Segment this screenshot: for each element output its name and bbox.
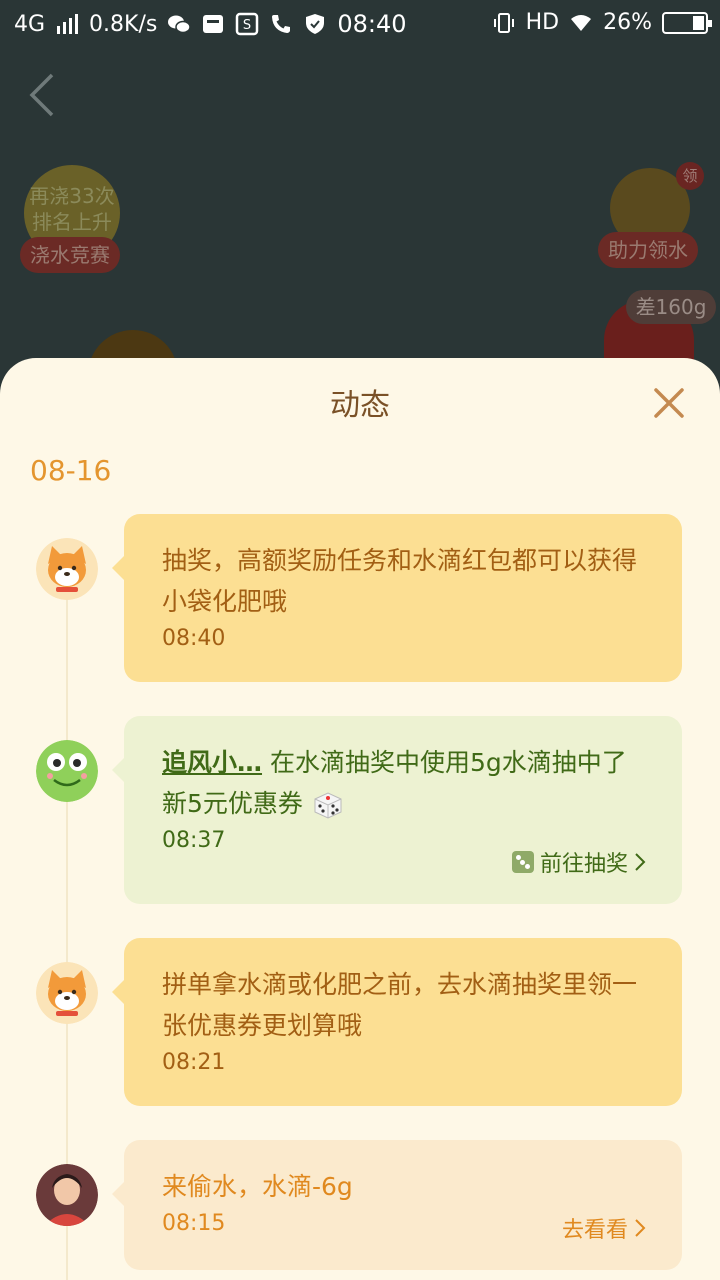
- shiba-avatar-icon: [36, 538, 98, 600]
- app-notification-icon: [203, 15, 224, 33]
- dice-icon: [314, 792, 342, 819]
- water-race-line2: 排名上升: [32, 210, 112, 234]
- message-bubble: 抽奖，高额奖励任务和水滴红包都可以获得小袋化肥哦 08:40: [112, 514, 682, 682]
- lottery-dice-icon: [511, 851, 534, 873]
- go-see-label: 去看看: [561, 1218, 628, 1243]
- message-time: 08:40: [162, 626, 226, 651]
- wifi-icon: [571, 14, 592, 31]
- svg-text:S: S: [243, 18, 251, 33]
- network-label: 4G: [14, 11, 46, 37]
- message-bubble: 拼单拿水滴或化肥之前，去水滴抽奖里领一张优惠券更划算哦 08:21: [112, 938, 682, 1106]
- message-bubble: 来偷水，水滴-6g 08:15 去看看: [112, 1140, 682, 1270]
- help-water-tag: 助力领水: [598, 232, 698, 268]
- lottery-message: 追风小… 在水滴抽奖中使用5g水滴抽中了新5元优惠券: [162, 742, 644, 824]
- user-link[interactable]: 追风小…: [162, 748, 262, 777]
- water-race-widget[interactable]: 再浇33次 排名上升 浇水竞赛: [20, 165, 124, 273]
- wechat-icon: [168, 15, 192, 34]
- activity-sheet: 动态 08-16 抽奖，高额奖励任务和水滴红包都可以获得小袋化肥哦 08:40: [0, 358, 720, 1280]
- shield-icon: [306, 14, 325, 34]
- sheet-title: 动态: [330, 388, 390, 423]
- date-label: 08-16: [30, 454, 112, 487]
- user-photo-avatar[interactable]: [36, 1164, 98, 1226]
- status-bar: 4G 0.8K/s S 08:40 HD 26%: [0, 0, 720, 50]
- frog-avatar-icon: [36, 740, 98, 802]
- message-time: 08:21: [162, 1050, 226, 1075]
- status-time: 08:40: [337, 10, 407, 38]
- game-scene: 4G 0.8K/s S 08:40 HD 26% 再浇33次 排名上升 浇水竞赛…: [0, 0, 720, 400]
- go-see-button[interactable]: 去看看: [562, 1212, 646, 1244]
- message-text: 抽奖，高额奖励任务和水滴红包都可以获得小袋化肥哦: [162, 546, 638, 616]
- message-text: 来偷水，水滴-6g: [162, 1172, 353, 1201]
- close-icon[interactable]: [650, 384, 688, 422]
- water-race-line1: 再浇33次: [29, 184, 115, 208]
- go-lottery-button[interactable]: 前往抽奖: [511, 846, 646, 878]
- difference-tag: 差160g: [626, 290, 716, 324]
- signal-icon: [57, 14, 79, 34]
- help-water-widget[interactable]: 领 助力领水: [598, 160, 704, 270]
- message-text: 拼单拿水滴或化肥之前，去水滴抽奖里领一张优惠券更划算哦: [162, 970, 638, 1040]
- go-lottery-label: 前往抽奖: [539, 852, 628, 877]
- s-app-icon: S: [236, 12, 259, 36]
- hd-label: HD: [525, 10, 560, 35]
- vibrate-icon: [493, 12, 514, 33]
- missed-call-icon: [272, 15, 291, 33]
- chevron-right-icon: [635, 853, 646, 871]
- network-speed: 0.8K/s: [89, 11, 158, 37]
- water-race-tag: 浇水竞赛: [20, 237, 120, 273]
- message-bubble: 追风小… 在水滴抽奖中使用5g水滴抽中了新5元优惠券 08:37 前往抽奖: [112, 716, 682, 904]
- back-arrow-icon[interactable]: [24, 70, 64, 120]
- battery-icon: [662, 11, 712, 34]
- help-water-badge: 领: [676, 162, 704, 190]
- battery-percent: 26%: [603, 10, 652, 35]
- chevron-right-icon: [635, 1219, 646, 1237]
- shiba-avatar-icon: [36, 962, 98, 1024]
